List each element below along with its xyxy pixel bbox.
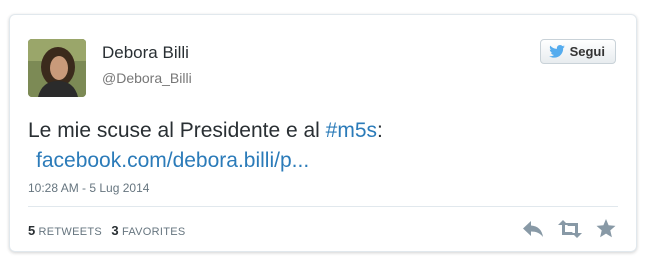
tweet-card: Debora Billi @Debora_Billi Segui Le mie … [9,14,637,252]
twitter-bird-icon [548,45,565,58]
divider [28,206,618,207]
favorites-label: FAVORITES [121,226,186,238]
url-link[interactable]: facebook.com/debora.billi/p... [36,149,309,172]
tweet-actions [522,219,616,243]
reply-icon[interactable] [522,220,544,243]
retweet-icon[interactable] [558,219,582,243]
author-name[interactable]: Debora Billi [102,43,189,63]
timestamp[interactable]: 10:28 AM - 5 Lug 2014 [28,181,149,195]
follow-label: Segui [569,44,605,59]
hashtag-link[interactable]: #m5s [326,119,377,142]
tweet-stats: 5 RETWEETS 3 FAVORITES [28,223,192,238]
avatar[interactable] [28,39,86,97]
favorites-stat[interactable]: 3 FAVORITES [111,223,186,238]
retweets-count: 5 [28,223,36,238]
favorites-count: 3 [111,223,119,238]
follow-button[interactable]: Segui [539,39,616,64]
tweet-text-suffix: : [377,119,383,142]
author-handle[interactable]: @Debora_Billi [102,70,192,86]
star-icon[interactable] [596,219,616,243]
tweet-text-prefix: Le mie scuse al Presidente e al [28,119,326,142]
retweets-label: RETWEETS [38,226,103,238]
tweet-text: Le mie scuse al Presidente e al #m5s: fa… [28,116,618,176]
retweets-stat[interactable]: 5 RETWEETS [28,223,103,238]
